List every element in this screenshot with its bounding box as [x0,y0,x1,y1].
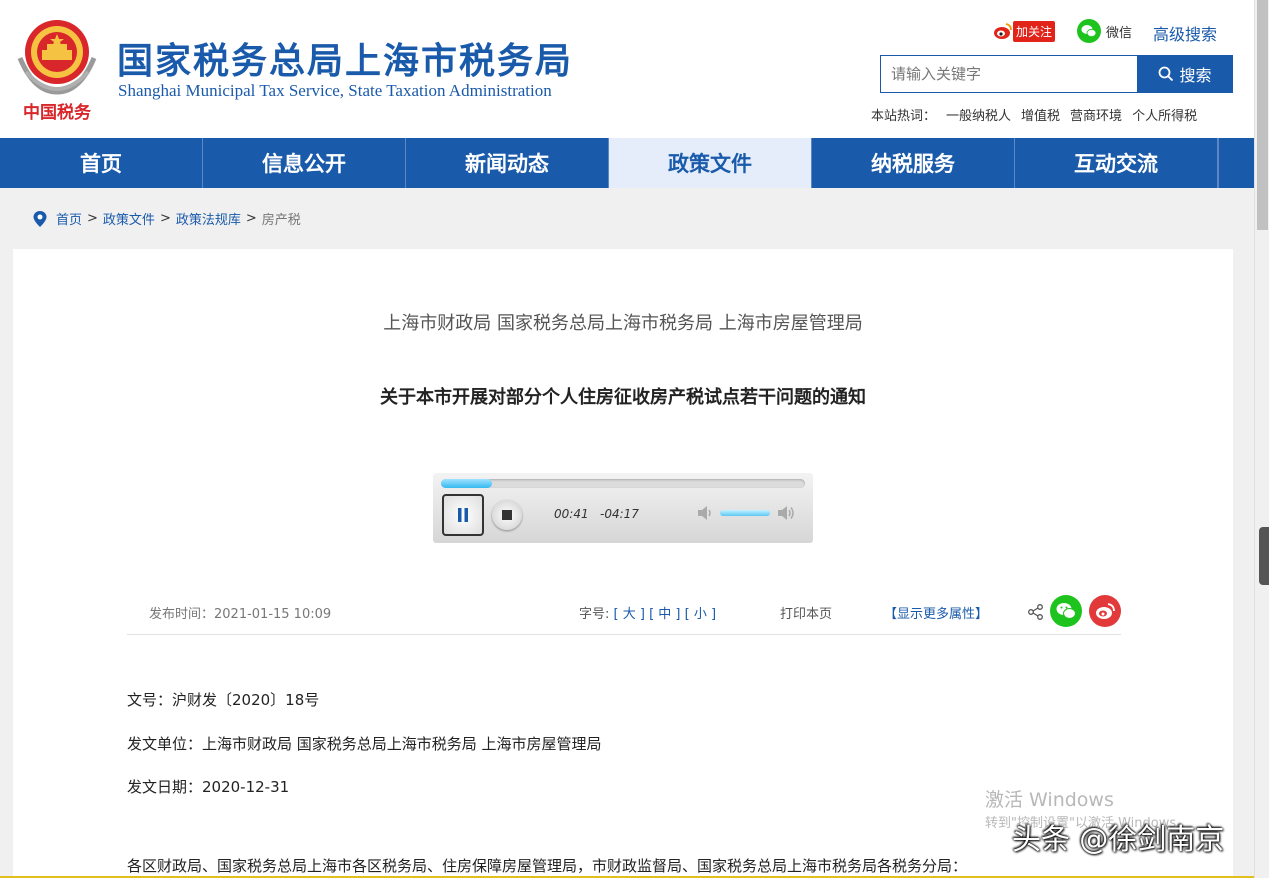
document-title: 关于本市开展对部分个人住房征收房产税试点若干问题的通知 [380,387,866,408]
audio-progress-bar[interactable] [441,479,805,488]
volume-mute-icon[interactable] [697,505,715,521]
nav-item-info-disclosure[interactable]: 信息公开 [203,138,406,188]
share-wechat-button[interactable] [1050,595,1082,627]
wechat-link[interactable]: 微信 [1077,19,1132,43]
article-panel: 上海市财政局 国家税务总局上海市税务局 上海市房屋管理局 关于本市开展对部分个人… [13,249,1233,878]
side-floating-tab[interactable] [1259,527,1269,585]
weibo-follow-button[interactable]: 加关注 [993,20,1055,42]
search-button[interactable]: 搜索 [1137,55,1233,93]
hot-words-label: 本站热词： [871,109,937,124]
audio-progress-fill [441,479,492,488]
scrollbar-thumb[interactable] [1257,0,1268,230]
wechat-icon [1056,603,1076,619]
stop-button[interactable] [492,500,522,530]
windows-activation-title: 激活 Windows [985,789,1114,811]
print-page-link[interactable]: 打印本页 [780,603,832,622]
search-input[interactable] [880,55,1138,93]
national-emblem-logo[interactable]: 中国税务 [14,14,100,122]
site-title-chinese[interactable]: 国家税务总局上海市税务局 [117,32,573,84]
pause-button[interactable] [442,494,484,536]
advanced-search-link[interactable]: 高级搜索 [1153,21,1217,45]
share-weibo-button[interactable] [1089,595,1121,627]
font-size-label: 字号: [579,607,610,622]
volume-slider-fill [720,510,770,516]
hot-word-link[interactable]: 增值税 [1021,105,1060,124]
search-icon [1159,66,1174,82]
issuing-unit: 发文单位：上海市财政局 国家税务总局上海市税务局 上海市房屋管理局 [127,735,602,753]
volume-max-icon[interactable] [777,504,797,522]
document-number: 文号：沪财发〔2020〕18号 [127,691,320,709]
weibo-follow-label: 加关注 [1012,20,1055,42]
breadcrumb-policy-documents[interactable]: 政策文件 [103,209,155,228]
nav-item-policy-documents[interactable]: 政策文件 [609,138,812,188]
page-scrollbar[interactable] [1254,0,1269,878]
wechat-icon [1077,19,1101,43]
search-button-label: 搜索 [1179,66,1212,85]
nav-item-taxpayer-service[interactable]: 纳税服务 [812,138,1015,188]
hot-word-link[interactable]: 个人所得税 [1132,105,1197,124]
breadcrumb-separator: > [87,211,98,226]
issue-date: 发文日期：2020-12-31 [127,778,290,796]
font-size-small[interactable]: [ 小 ] [685,607,716,622]
font-size-medium[interactable]: [ 中 ] [649,607,680,622]
breadcrumb-home[interactable]: 首页 [56,209,82,228]
breadcrumb: 首页 > 政策文件 > 政策法规库 > 房产税 [32,209,301,228]
font-size-control: 字号: [ 大 ] [ 中 ] [ 小 ] [579,603,716,622]
site-title-english[interactable]: Shanghai Municipal Tax Service, State Ta… [118,81,552,101]
article-meta-row: 发布时间：2021-01-15 10:09 字号: [ 大 ] [ 中 ] [ … [127,589,1121,635]
share-icon[interactable] [1027,603,1045,621]
document-recipients: 各区财政局、国家税务总局上海市各区税务局、住房保障房屋管理局，市财政监督局、国家… [127,857,968,875]
time-elapsed: 00:41 [554,507,589,521]
pause-icon [458,508,468,522]
emblem-text: 中国税务 [23,102,92,122]
nav-item-home[interactable]: 首页 [0,138,203,188]
volume-slider[interactable] [720,510,770,516]
wechat-label: 微信 [1106,25,1133,41]
hot-words-bar: 本站热词： 一般纳税人 增值税 营商环境 个人所得税 [871,105,1197,124]
nav-item-interaction[interactable]: 互动交流 [1015,138,1218,188]
publish-time: 发布时间：2021-01-15 10:09 [149,607,332,622]
time-remaining: -04:17 [600,507,639,521]
weibo-icon [1096,603,1115,619]
font-size-large[interactable]: [ 大 ] [614,607,645,622]
show-more-attributes-link[interactable]: 【显示更多属性】 [884,603,988,622]
weibo-icon [993,23,1012,39]
nav-item-news[interactable]: 新闻动态 [406,138,609,188]
breadcrumb-separator: > [245,211,257,226]
breadcrumb-separator: > [159,211,171,226]
nav-spacer [1218,138,1254,188]
location-pin-icon [33,210,47,227]
hot-word-link[interactable]: 一般纳税人 [946,105,1011,124]
document-issuers: 上海市财政局 国家税务总局上海市税务局 上海市房屋管理局 [383,313,863,334]
breadcrumb-current: 房产税 [261,213,301,228]
site-header: 中国税务 国家税务总局上海市税务局 Shanghai Municipal Tax… [0,0,1254,138]
audio-player: 00:41 -04:17 [433,473,813,543]
main-nav: 首页 信息公开 新闻动态 政策文件 纳税服务 互动交流 [0,138,1254,188]
breadcrumb-policy-library[interactable]: 政策法规库 [176,209,241,228]
hot-word-link[interactable]: 营商环境 [1070,105,1122,124]
stop-icon [502,510,512,520]
toutiao-watermark: 头条 @徐剑南京 [1012,822,1225,856]
